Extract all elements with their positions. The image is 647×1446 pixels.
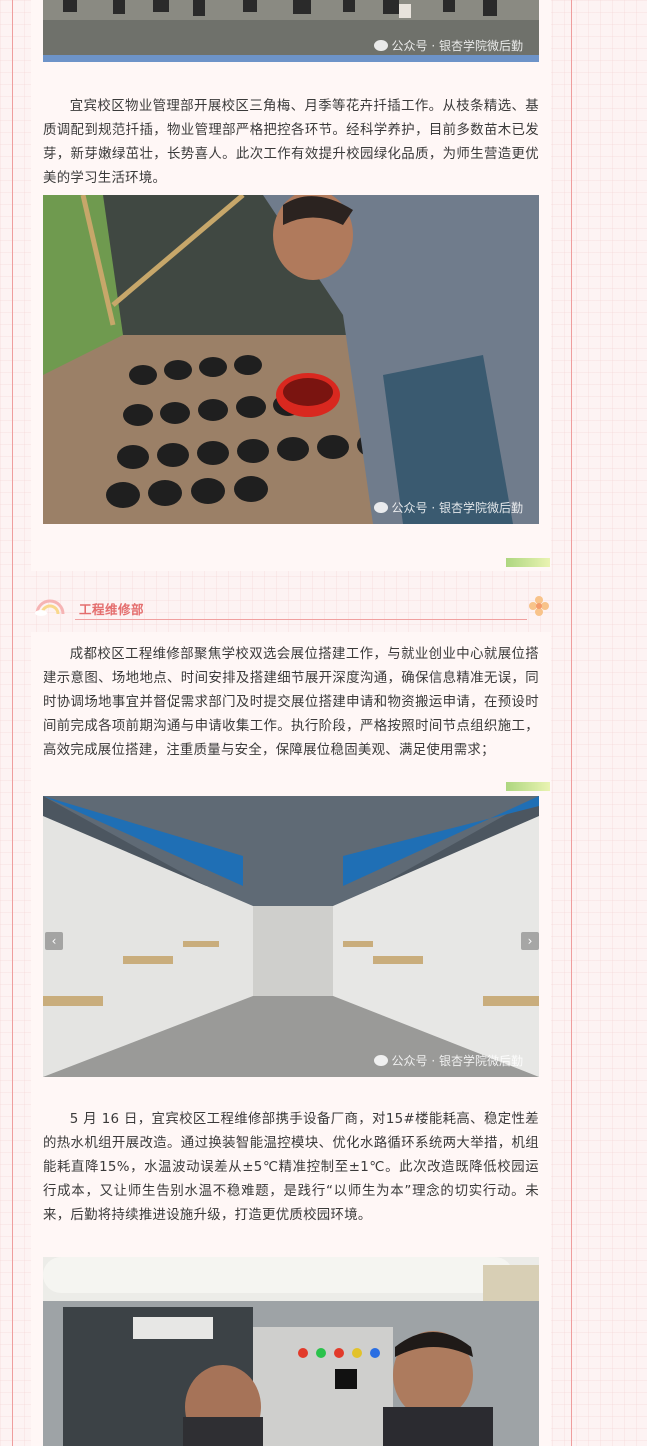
wechat-icon: [373, 1055, 388, 1066]
watermark: 公众号 · 银杏学院微后勤: [373, 1052, 523, 1069]
section-heading: 工程维修部: [31, 596, 551, 624]
cuttings-photo: 公众号 · 银杏学院微后勤: [43, 195, 539, 524]
washi-tape-decoration: [506, 558, 550, 567]
washi-tape-decoration: [506, 782, 550, 791]
group-photo: 公众号 · 银杏学院微后勤: [43, 0, 539, 62]
section-title: 工程维修部: [79, 602, 145, 617]
carousel-prev-button[interactable]: ‹: [45, 932, 63, 950]
watermark: 公众号 · 银杏学院微后勤: [373, 499, 523, 516]
booth-hall-photo: 公众号 · 银杏学院微后勤: [43, 796, 539, 1077]
watermark: 公众号 · 银杏学院微后勤: [373, 37, 523, 54]
rainbow-icon: [35, 599, 65, 616]
property-paragraph: 宜宾校区物业管理部开展校区三角梅、月季等花卉扦插工作。从枝条精选、基质调配到规范…: [43, 99, 539, 186]
engineering-paragraph-heater: 5 月 16 日，宜宾校区工程维修部携手设备厂商，对15#楼能耗高、稳定性差的热…: [43, 1112, 539, 1223]
section-underline: [75, 619, 527, 620]
carousel-next-button[interactable]: ›: [521, 932, 539, 950]
flower-icon: [529, 596, 549, 616]
heater-retrofit-photo: [43, 1257, 539, 1446]
wechat-icon: [373, 40, 388, 51]
engineering-paragraph-booths: 成都校区工程维修部聚焦学校双选会展位搭建工作，与就业创业中心就展位搭建示意图、场…: [43, 647, 539, 758]
wechat-icon: [373, 502, 388, 513]
